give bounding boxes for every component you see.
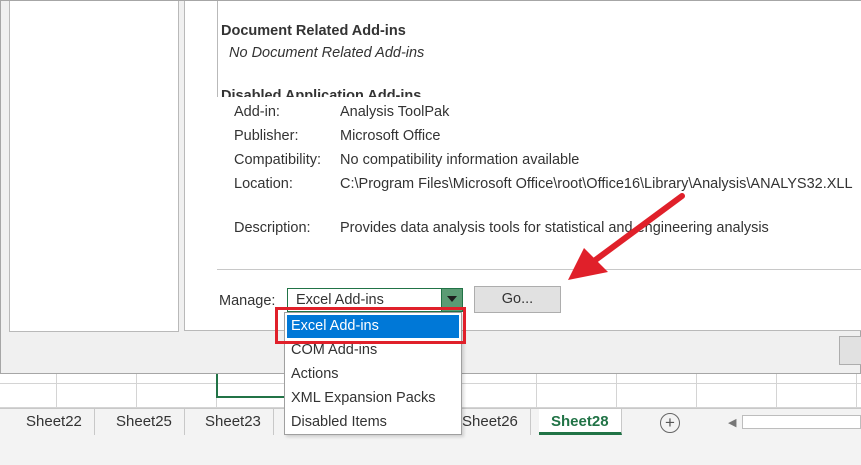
location-label: Location: <box>234 176 293 192</box>
status-bar <box>0 436 861 465</box>
addin-label: Add-in: <box>234 104 280 120</box>
manage-selected-value: Excel Add-ins <box>296 292 384 308</box>
publisher-label: Publisher: <box>234 128 299 144</box>
manage-label: Manage: <box>219 293 276 309</box>
compatibility-value: No compatibility information available <box>340 152 580 168</box>
annotation-highlight-box <box>275 307 466 344</box>
addins-list[interactable]: Document Related Add-ins No Document Rel… <box>217 1 861 97</box>
sheet-tab[interactable]: Sheet25 <box>104 409 185 435</box>
description-label: Description: <box>234 220 311 236</box>
group-empty-document: No Document Related Add-ins <box>229 45 425 61</box>
scroll-left-icon[interactable]: ◀ <box>728 417 740 429</box>
sheet-tab[interactable]: Sheet26 <box>450 409 531 435</box>
annotation-arrow-icon <box>568 193 685 280</box>
chevron-down-icon <box>447 296 457 302</box>
sheet-tab[interactable]: Sheet22 <box>14 409 95 435</box>
option-disabled-items[interactable]: Disabled Items <box>287 411 459 434</box>
category-pane[interactable] <box>9 1 179 332</box>
sheet-tab-active[interactable]: Sheet28 <box>539 409 622 435</box>
addin-value: Analysis ToolPak <box>340 104 450 120</box>
horizontal-scrollbar[interactable] <box>742 415 861 429</box>
option-xml-expansion-packs[interactable]: XML Expansion Packs <box>287 387 459 410</box>
publisher-value: Microsoft Office <box>340 128 441 144</box>
compatibility-label: Compatibility: <box>234 152 322 168</box>
group-header-disabled: Disabled Application Add-ins <box>221 88 422 97</box>
add-sheet-icon[interactable]: + <box>660 413 680 433</box>
group-header-document: Document Related Add-ins <box>221 23 406 39</box>
ok-button[interactable] <box>839 336 861 365</box>
go-button[interactable]: Go... <box>474 286 561 313</box>
divider <box>217 269 861 270</box>
option-actions[interactable]: Actions <box>287 363 459 386</box>
selected-cell[interactable] <box>216 374 294 398</box>
sheet-tab[interactable]: Sheet23 <box>193 409 274 435</box>
